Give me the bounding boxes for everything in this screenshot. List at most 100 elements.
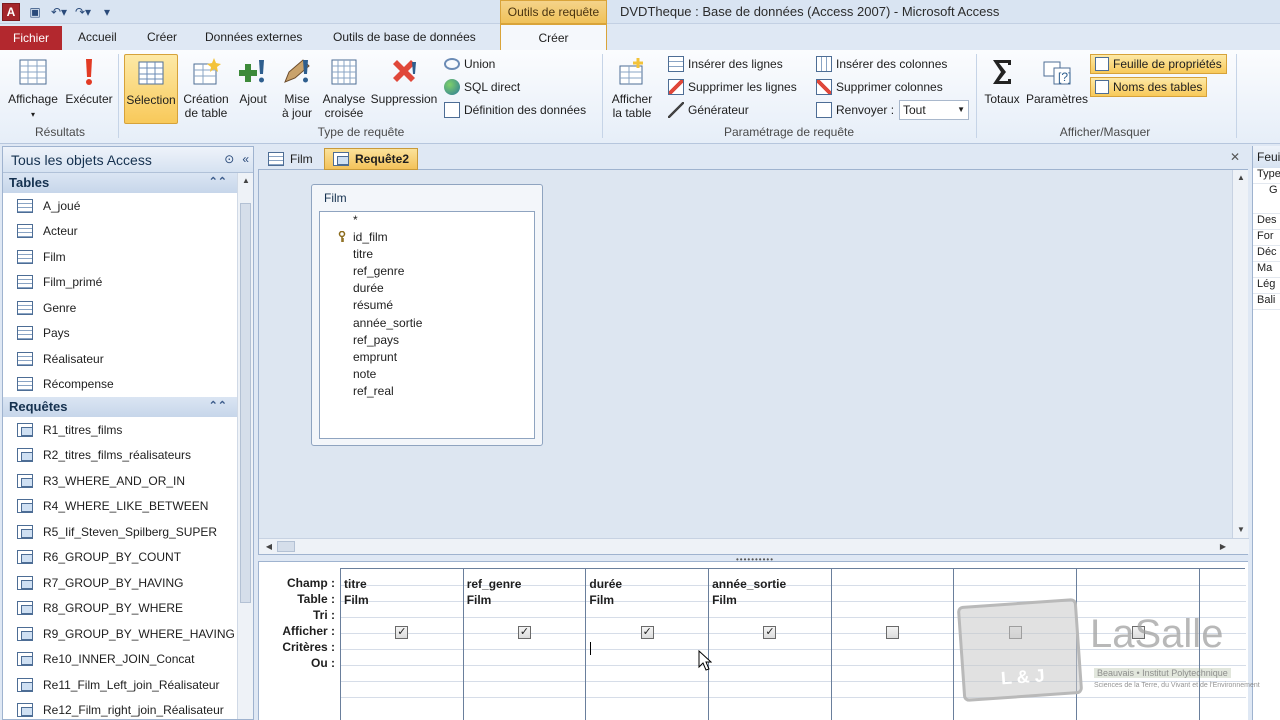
field-list-item[interactable]: ref_real (320, 383, 534, 400)
grid-cell-field[interactable]: ref_genre (467, 577, 522, 591)
grid-cell-field[interactable]: titre (344, 577, 367, 591)
grid-cell-field[interactable]: année_sortie (712, 577, 786, 591)
nav-scroll-thumb[interactable] (240, 203, 251, 603)
field-list-film[interactable]: Film * id_film titre ref_genre durée résumé an… (311, 184, 543, 446)
property-row[interactable]: For (1253, 230, 1280, 246)
field-list-item[interactable]: * (320, 212, 534, 229)
nav-query-item[interactable]: R7_GROUP_BY_HAVING (3, 570, 237, 596)
show-table-button[interactable]: Afficher la table (606, 54, 658, 124)
grid-cell-field[interactable]: durée (589, 577, 622, 591)
make-table-button[interactable]: Création de table (180, 54, 232, 124)
update-button[interactable]: Mise à jour (276, 54, 318, 124)
tab-home[interactable]: Accueil (78, 30, 117, 44)
union-button[interactable]: Union (444, 54, 495, 74)
show-checkbox[interactable]: ✓ (518, 626, 532, 639)
field-list-item[interactable]: id_film (320, 229, 534, 246)
builder-button[interactable]: Générateur (668, 100, 749, 120)
data-definition-button[interactable]: Définition des données (444, 100, 586, 120)
nav-section-tables[interactable]: Tables ⌃⌃ (3, 173, 237, 193)
nav-query-item[interactable]: R1_titres_films (3, 417, 237, 443)
append-button[interactable]: Ajout (232, 54, 274, 124)
field-list-item[interactable]: note (320, 366, 534, 383)
grid-cell-table[interactable]: Film (467, 593, 492, 607)
nav-table-item[interactable]: Film_primé (3, 270, 237, 296)
grid-column[interactable]: année_sortie Film ✓ (709, 569, 832, 720)
show-checkbox[interactable]: ✓ (640, 626, 654, 639)
tab-create[interactable]: Créer (147, 30, 177, 44)
delete-columns-button[interactable]: Supprimer colonnes (816, 77, 943, 97)
field-list-item[interactable]: résumé (320, 297, 534, 314)
property-sheet-tab[interactable]: G (1253, 184, 1280, 214)
scroll-up-icon[interactable]: ▲ (1233, 170, 1249, 186)
doc-tab-film[interactable]: Film (260, 148, 321, 170)
grid-column[interactable] (832, 569, 955, 720)
field-list-item[interactable]: durée (320, 280, 534, 297)
nav-query-item[interactable]: R9_GROUP_BY_WHERE_HAVING (3, 621, 237, 647)
grid-column[interactable]: ref_genre Film ✓ (464, 569, 587, 720)
field-list-item[interactable]: année_sortie (320, 315, 534, 332)
nav-table-item[interactable]: Pays (3, 321, 237, 347)
property-sheet-button[interactable]: Feuille de propriétés (1090, 54, 1227, 74)
customize-qat-icon[interactable]: ▾ (98, 5, 116, 19)
property-row[interactable]: Des (1253, 214, 1280, 230)
grid-column[interactable]: durée Film ✓ (586, 569, 710, 720)
nav-header[interactable]: Tous les objets Access ⊙ « (3, 147, 253, 173)
nav-table-item[interactable]: Genre (3, 295, 237, 321)
property-row[interactable]: Ma (1253, 262, 1280, 278)
tab-file[interactable]: Fichier (0, 26, 62, 50)
nav-query-item[interactable]: Re10_INNER_JOIN_Concat (3, 647, 237, 673)
nav-query-item[interactable]: Re11_Film_Left_join_Réalisateur (3, 672, 237, 698)
grid-cell-table[interactable]: Film (344, 593, 369, 607)
run-button[interactable]: Exécuter (62, 54, 116, 124)
tab-query-design[interactable]: Créer (500, 24, 607, 50)
select-query-button[interactable]: Sélection (124, 54, 178, 124)
nav-scrollbar[interactable]: ▲ (237, 173, 253, 719)
access-app-icon[interactable]: A (2, 3, 20, 21)
scroll-right-icon[interactable]: ▶ (1215, 539, 1231, 555)
show-checkbox[interactable]: ✓ (395, 626, 409, 639)
collapse-section-icon[interactable]: ⌃⌃ (209, 175, 227, 188)
nav-query-item[interactable]: R3_WHERE_AND_OR_IN (3, 468, 237, 494)
upper-horizontal-scrollbar[interactable]: ◀ ▶ (259, 538, 1249, 554)
property-row[interactable]: Bali (1253, 294, 1280, 310)
scroll-left-icon[interactable]: ◀ (261, 539, 277, 555)
tab-database-tools[interactable]: Outils de base de données (333, 30, 476, 44)
nav-section-queries[interactable]: Requêtes ⌃⌃ (3, 397, 237, 417)
nav-query-item[interactable]: Re12_Film_right_join_Réalisateur (3, 698, 237, 720)
grid-cell-table[interactable]: Film (712, 593, 737, 607)
field-list-item[interactable]: ref_pays (320, 332, 534, 349)
grid-cell-table[interactable]: Film (589, 593, 614, 607)
delete-query-button[interactable]: Suppression (370, 54, 438, 124)
field-list-item[interactable]: titre (320, 246, 534, 263)
tab-external-data[interactable]: Données externes (205, 30, 302, 44)
delete-rows-button[interactable]: Supprimer les lignes (668, 77, 797, 97)
insert-columns-button[interactable]: Insérer des colonnes (816, 54, 947, 74)
show-checkbox[interactable] (886, 626, 900, 639)
nav-query-item[interactable]: R6_GROUP_BY_COUNT (3, 545, 237, 571)
view-button[interactable]: Affichage ▾ (6, 54, 60, 124)
insert-rows-button[interactable]: Insérer des lignes (668, 54, 783, 74)
table-names-button[interactable]: Noms des tables (1090, 77, 1208, 97)
pane-splitter[interactable]: •••••••••• (258, 554, 1248, 564)
property-row[interactable]: Lég (1253, 278, 1280, 294)
horizontal-scroll-thumb[interactable] (277, 541, 295, 552)
query-design-upper-pane[interactable]: Film * id_film titre ref_genre durée résumé an… (258, 170, 1249, 554)
totals-button[interactable]: Totaux (978, 54, 1026, 124)
return-dropdown[interactable]: Tout ▼ (899, 100, 969, 120)
nav-query-item[interactable]: R4_WHERE_LIKE_BETWEEN (3, 494, 237, 520)
scroll-down-icon[interactable]: ▼ (1233, 522, 1249, 538)
parameters-button[interactable]: [?] Paramètres (1026, 54, 1088, 124)
sql-direct-button[interactable]: SQL direct (444, 77, 520, 97)
nav-table-item[interactable]: Réalisateur (3, 346, 237, 372)
undo-icon[interactable]: ↶▾ (50, 5, 68, 19)
redo-icon[interactable]: ↷▾ (74, 5, 92, 19)
collapse-pane-icon[interactable]: « (242, 152, 249, 166)
grid-column[interactable]: titre Film ✓ (341, 569, 464, 720)
nav-query-item[interactable]: R8_GROUP_BY_WHERE (3, 596, 237, 622)
nav-query-item[interactable]: R5_Iif_Steven_Spilberg_SUPER (3, 519, 237, 545)
field-list-item[interactable]: ref_genre (320, 263, 534, 280)
scroll-up-icon[interactable]: ▲ (238, 173, 253, 189)
field-list-item[interactable]: emprunt (320, 349, 534, 366)
property-row[interactable]: Déc (1253, 246, 1280, 262)
doc-tab-query2[interactable]: Requête2 (324, 148, 419, 170)
